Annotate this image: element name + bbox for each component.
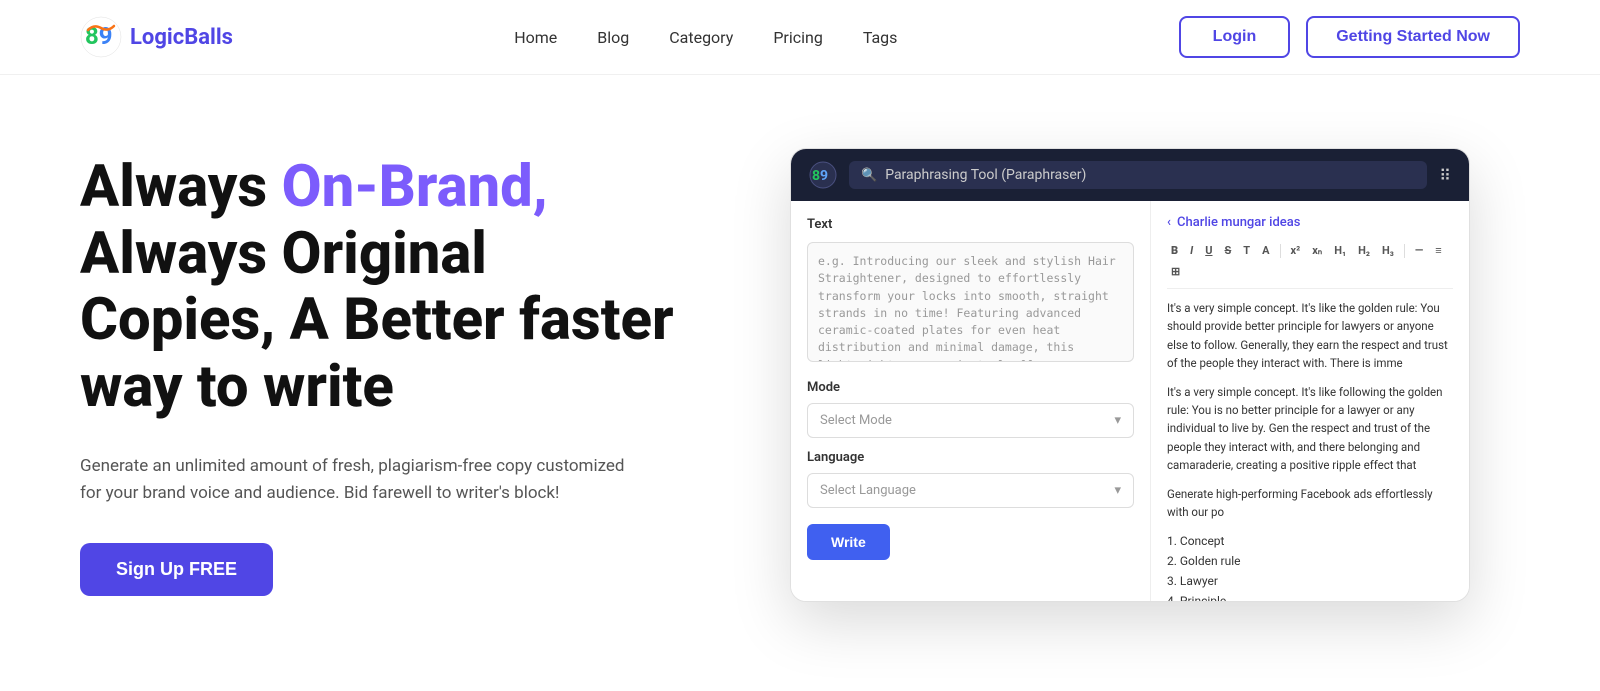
hero-title: Always On-Brand, Always Original Copies,… bbox=[80, 154, 680, 421]
nav-home[interactable]: Home bbox=[514, 28, 557, 47]
fmt-subscript[interactable]: xₙ bbox=[1308, 242, 1326, 259]
logo-icon: 89 bbox=[80, 16, 122, 58]
list-item: 1. Concept bbox=[1167, 531, 1453, 551]
nav-pricing[interactable]: Pricing bbox=[773, 28, 823, 47]
app-mockup: 89 🔍 Paraphrasing Tool (Paraphraser) ⠿ T… bbox=[790, 148, 1470, 602]
logo[interactable]: 89 LogicBalls bbox=[80, 16, 233, 58]
mode-select[interactable]: Select Mode ▾ bbox=[807, 403, 1134, 438]
language-select[interactable]: Select Language ▾ bbox=[807, 473, 1134, 508]
signup-button[interactable]: Sign Up FREE bbox=[80, 543, 273, 596]
fmt-h1[interactable]: H₁ bbox=[1330, 242, 1350, 259]
hero-left: Always On-Brand, Always Original Copies,… bbox=[80, 154, 680, 596]
app-topbar-logo-icon: 89 bbox=[809, 161, 837, 189]
search-bar[interactable]: 🔍 Paraphrasing Tool (Paraphraser) bbox=[849, 161, 1427, 189]
search-bar-text: Paraphrasing Tool (Paraphraser) bbox=[885, 167, 1086, 183]
main-nav: Home Blog Category Pricing Tags bbox=[514, 28, 897, 47]
hero-subtitle: Generate an unlimited amount of fresh, p… bbox=[80, 453, 640, 507]
login-button[interactable]: Login bbox=[1179, 16, 1291, 58]
list-item: 3. Lawyer bbox=[1167, 571, 1453, 591]
grid-icon: ⠿ bbox=[1439, 166, 1451, 185]
write-button[interactable]: Write bbox=[807, 524, 890, 560]
text-input[interactable] bbox=[807, 242, 1134, 362]
fmt-strike[interactable]: S bbox=[1221, 242, 1236, 259]
fmt-list[interactable]: ≡ bbox=[1431, 242, 1445, 259]
fmt-bold[interactable]: B bbox=[1167, 242, 1182, 259]
fmt-table[interactable]: ⊞ bbox=[1167, 263, 1184, 280]
fmt-hr[interactable]: — bbox=[1411, 242, 1427, 259]
output-paragraph2: It's a very simple concept. It's like fo… bbox=[1167, 383, 1453, 475]
right-panel-header: ‹ Charlie mungar ideas bbox=[1167, 215, 1453, 230]
language-label: Language bbox=[807, 450, 1134, 465]
fmt-h3[interactable]: H₃ bbox=[1378, 242, 1398, 259]
app-left-panel: Text Mode Select Mode ▾ Language Select … bbox=[791, 201, 1151, 601]
hero-right: 89 🔍 Paraphrasing Tool (Paraphraser) ⠿ T… bbox=[740, 148, 1520, 602]
getstarted-button[interactable]: Getting Started Now bbox=[1306, 16, 1520, 58]
header-buttons: Login Getting Started Now bbox=[1179, 16, 1520, 58]
fmt-text[interactable]: T bbox=[1239, 242, 1254, 259]
nav-tags[interactable]: Tags bbox=[863, 28, 898, 47]
list-item: 2. Golden rule bbox=[1167, 551, 1453, 571]
svg-text:89: 89 bbox=[812, 168, 828, 184]
output-paragraph1: It's a very simple concept. It's like th… bbox=[1167, 299, 1453, 373]
output-paragraph3: Generate high-performing Facebook ads ef… bbox=[1167, 485, 1453, 522]
search-icon: 🔍 bbox=[861, 168, 877, 183]
fmt-separator bbox=[1280, 244, 1281, 258]
fmt-color[interactable]: A bbox=[1258, 242, 1273, 259]
nav-blog[interactable]: Blog bbox=[597, 28, 629, 47]
right-panel-title: Charlie mungar ideas bbox=[1177, 215, 1300, 230]
app-right-panel: ‹ Charlie mungar ideas B I U S T A x² xₙ… bbox=[1151, 201, 1469, 601]
fmt-superscript[interactable]: x² bbox=[1287, 242, 1305, 259]
text-label: Text bbox=[807, 217, 1134, 232]
fmt-h2[interactable]: H₂ bbox=[1354, 242, 1374, 259]
app-body: Text Mode Select Mode ▾ Language Select … bbox=[791, 201, 1469, 601]
nav-category[interactable]: Category bbox=[669, 28, 733, 47]
output-list: 1. Concept 2. Golden rule 3. Lawyer 4. P… bbox=[1167, 531, 1453, 601]
list-item: 4. Principle bbox=[1167, 591, 1453, 601]
mode-label: Mode bbox=[807, 380, 1134, 395]
logo-text: LogicBalls bbox=[130, 25, 233, 50]
hero-section: Always On-Brand, Always Original Copies,… bbox=[0, 75, 1600, 655]
fmt-separator2 bbox=[1404, 244, 1405, 258]
app-topbar: 89 🔍 Paraphrasing Tool (Paraphraser) ⠿ bbox=[791, 149, 1469, 201]
fmt-italic[interactable]: I bbox=[1186, 242, 1197, 259]
formatting-bar: B I U S T A x² xₙ H₁ H₂ H₃ — ≡ bbox=[1167, 242, 1453, 289]
fmt-underline[interactable]: U bbox=[1201, 242, 1216, 259]
